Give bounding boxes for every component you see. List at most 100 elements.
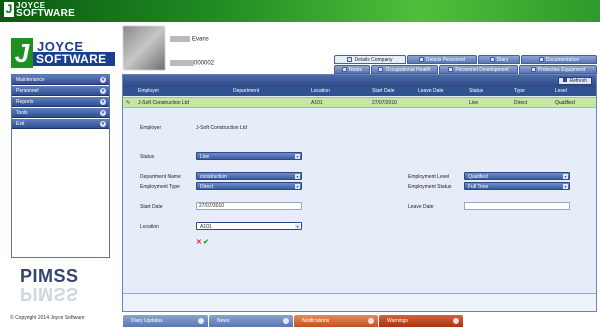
sidebar-item-maintenance[interactable]: Maintenance ▾	[12, 75, 109, 85]
panel-toolbar: Refresh	[123, 75, 596, 87]
status-label: Status	[140, 154, 155, 160]
column-header-start-date[interactable]: Start Date	[372, 87, 395, 96]
refresh-label: Refresh	[569, 78, 587, 84]
tab-details-personnel[interactable]: Details Personnel	[407, 55, 477, 64]
department-name-label: Department Name	[140, 174, 181, 180]
tab-label: Diary Updates	[131, 318, 163, 324]
status-select-value: Live	[200, 154, 210, 160]
tab-status-icon	[198, 318, 204, 324]
redacted-id-prefix	[170, 60, 194, 66]
tab-label: Notes	[348, 67, 363, 73]
edit-pencil-icon[interactable]: ✎	[126, 98, 130, 108]
banner-logo: J JOYCE SOFTWARE	[4, 2, 75, 19]
tab-notes[interactable]: Notes	[334, 65, 370, 74]
chevron-down-icon: ▾	[563, 174, 568, 179]
employment-level-select[interactable]: Qualified ▾	[464, 172, 570, 180]
sidebar-item-personnel[interactable]: Personnel ▾	[12, 86, 109, 96]
cell-start-date: 27/07/2010	[372, 100, 398, 106]
sidebar-item-label: Reports	[16, 99, 34, 105]
start-date-input-value: 27/07/2010	[199, 203, 225, 209]
chevron-down-icon: ▾	[100, 121, 106, 127]
employee-surname: Evans	[192, 36, 209, 43]
start-date-label: Start Date	[140, 204, 163, 210]
pimss-logo: PIMSS PIMSS	[20, 266, 100, 306]
location-select-value: A101	[200, 224, 212, 230]
employment-status-select-value: Full Time	[468, 184, 489, 190]
column-header-location[interactable]: Location	[311, 87, 330, 96]
save-check-icon[interactable]: ✔	[203, 238, 209, 246]
sidebar-item-reports[interactable]: Reports ▾	[12, 97, 109, 107]
refresh-icon	[563, 78, 568, 82]
tab-warnings[interactable]: Warnings	[379, 315, 463, 327]
tab-status-icon	[453, 318, 459, 324]
column-header-status[interactable]: Status	[469, 87, 483, 96]
employee-name: Evans	[170, 36, 209, 43]
chevron-down-icon: ▾	[100, 88, 106, 94]
tab-label: Occupational Health	[385, 67, 431, 73]
status-select[interactable]: Live ▾	[196, 152, 302, 160]
tab-icon	[448, 67, 454, 73]
employment-type-select[interactable]: Direct ▾	[196, 182, 302, 190]
employee-number-value: 000002	[194, 60, 215, 67]
sidebar-item-label: Tools	[16, 110, 28, 116]
sidebar-item-tools[interactable]: Tools ▾	[12, 108, 109, 118]
column-header-employer[interactable]: Employer	[138, 87, 159, 96]
pimss-logo-reflection: PIMSS	[20, 284, 79, 304]
joyce-software-logo: J JOYCE SOFTWARE	[11, 38, 115, 68]
tab-details-company[interactable]: Details Company	[334, 55, 406, 64]
tab-icon	[489, 57, 495, 63]
tab-label: Details Personnel	[425, 57, 466, 63]
tab-icon	[418, 57, 424, 63]
tab-icon	[378, 67, 384, 73]
logo-mark: J	[11, 38, 33, 68]
chevron-down-icon: ▾	[100, 110, 106, 116]
tab-icon	[538, 57, 544, 63]
tab-icon	[530, 67, 536, 73]
tab-label: Protective Equipment	[537, 67, 586, 73]
refresh-button[interactable]: Refresh	[558, 77, 592, 85]
column-header-type[interactable]: Type	[514, 87, 525, 96]
tab-notifications[interactable]: Notifications	[294, 315, 378, 327]
top-banner: J JOYCE SOFTWARE	[0, 0, 600, 22]
employer-value: J-Soft Construction Ltd	[196, 125, 247, 131]
column-header-leave-date[interactable]: Leave Date	[418, 87, 444, 96]
tab-protective-equipment[interactable]: Protective Equipment	[519, 65, 597, 74]
tab-label: Warnings	[387, 318, 408, 324]
copyright-text: © Copyright 2014 Joyce Software	[10, 315, 85, 321]
chevron-down-icon: ▾	[563, 184, 568, 189]
department-name-select[interactable]: construction ▾	[196, 172, 302, 180]
column-header-department[interactable]: Department	[233, 87, 259, 96]
sidebar-item-label: Maintenance	[16, 77, 45, 83]
sidebar-nav: Maintenance ▾ Personnel ▾ Reports ▾ Tools ▾ …	[11, 74, 110, 258]
location-select[interactable]: A101 ▾	[196, 222, 302, 230]
start-date-input[interactable]: 27/07/2010	[196, 202, 302, 210]
employment-status-select[interactable]: Full Time ▾	[464, 182, 570, 190]
employee-photo	[123, 26, 165, 70]
leave-date-input[interactable]	[464, 202, 570, 210]
cell-status: Live	[469, 100, 479, 106]
table-row[interactable]: ✎ J-Soft Construction Ltd A101 27/07/201…	[123, 97, 596, 108]
tab-personnel-development[interactable]: Personnel Development	[439, 65, 518, 74]
tab-label: Personnel Development	[455, 67, 509, 73]
employment-status-label: Employment Status	[408, 184, 452, 190]
tab-documentation[interactable]: Documentation	[521, 55, 597, 64]
department-name-select-value: construction	[200, 174, 227, 180]
tab-occupational-health[interactable]: Occupational Health	[371, 65, 438, 74]
employee-number: 000002	[170, 60, 214, 67]
leave-date-label: Leave Date	[408, 204, 434, 210]
employment-level-label: Employment Level	[408, 174, 450, 180]
tab-news[interactable]: News	[209, 315, 293, 327]
tab-diary-updates[interactable]: Diary Updates	[123, 315, 208, 327]
location-label: Location	[140, 224, 159, 230]
logo-line2: SOFTWARE	[33, 52, 115, 66]
tab-diary[interactable]: Diary	[478, 55, 520, 64]
tab-label: Notifications	[302, 318, 330, 324]
cancel-icon[interactable]: ✕	[196, 238, 202, 246]
grid-header: Employer Department Location Start Date …	[123, 87, 596, 96]
employment-type-select-value: Direct	[200, 184, 214, 190]
sidebar-item-exit[interactable]: Exit ▾	[12, 119, 109, 129]
cell-employer: J-Soft Construction Ltd	[138, 100, 189, 106]
cell-type: Direct	[514, 100, 528, 106]
column-header-level[interactable]: Level	[555, 87, 567, 96]
employment-type-label: Employment Type	[140, 184, 180, 190]
